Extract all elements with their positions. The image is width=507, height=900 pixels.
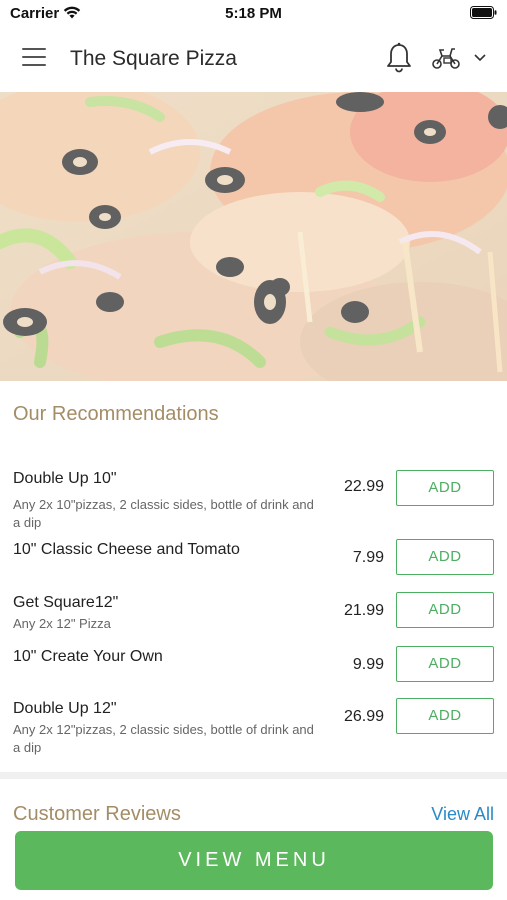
chevron-down-icon[interactable]: [472, 51, 488, 63]
status-bar: Carrier 5:18 PM: [0, 0, 507, 26]
battery-icon: [470, 6, 497, 19]
item-name: Double Up 10": [13, 470, 117, 487]
item-name: Get Square12": [13, 594, 119, 611]
hero-pizza-image: [0, 92, 507, 381]
item-name: 10" Create Your Own: [13, 648, 163, 665]
add-button[interactable]: ADD: [396, 539, 494, 575]
reviews-title: Customer Reviews: [13, 803, 181, 825]
scooter-icon[interactable]: [430, 45, 462, 71]
app-header: The Square Pizza: [0, 26, 507, 92]
add-button[interactable]: ADD: [396, 698, 494, 734]
item-name: Double Up 12": [13, 700, 117, 717]
add-button[interactable]: ADD: [396, 470, 494, 506]
pizza-photo: [0, 92, 507, 381]
item-name: 10" Classic Cheese and Tomato: [13, 541, 240, 558]
clock: 5:18 PM: [225, 5, 282, 22]
item-price: 22.99: [343, 478, 384, 495]
item-description: Any 2x 12"pizzas, 2 classic sides, bottl…: [13, 722, 314, 755]
add-button[interactable]: ADD: [396, 592, 494, 628]
item-price: 26.99: [343, 708, 384, 725]
item-description: Any 2x 12" Pizza: [13, 616, 111, 631]
hamburger-menu-icon[interactable]: [22, 48, 48, 68]
item-price: 21.99: [343, 602, 384, 619]
recommendations-title: Our Recommendations: [13, 403, 219, 425]
item-description: Any 2x 10"pizzas, 2 classic sides, bottl…: [13, 497, 314, 530]
view-all-link[interactable]: View All: [431, 804, 494, 825]
add-button[interactable]: ADD: [396, 646, 494, 682]
view-menu-button[interactable]: VIEW MENU: [15, 831, 493, 890]
app-title: The Square Pizza: [70, 47, 237, 70]
item-price: 9.99: [352, 656, 384, 673]
item-price: 7.99: [352, 549, 384, 566]
section-divider: [0, 772, 507, 779]
bell-icon[interactable]: [383, 41, 415, 75]
